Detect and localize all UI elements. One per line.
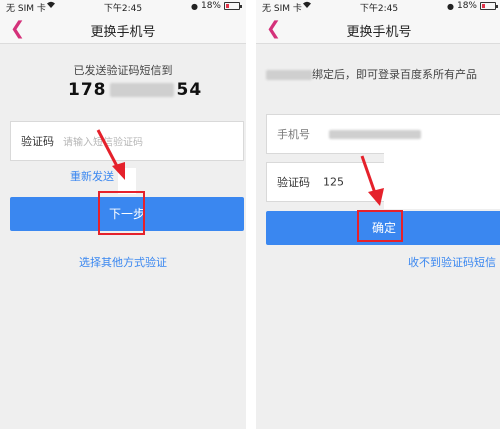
phone-number-field[interactable]: 手机号 xyxy=(266,114,500,154)
annotation-arrow xyxy=(360,155,384,206)
no-code-link[interactable]: 收不到验证码短信 xyxy=(408,254,496,270)
phone-prefix: 178 xyxy=(68,80,107,100)
battery-icon xyxy=(480,2,498,10)
nav-bar: ❮ 更换手机号 xyxy=(256,14,500,44)
page-title: 更换手机号 xyxy=(346,25,412,40)
left-phone-screen: 无 SIM 卡 下午2:45 ● 18% ❮ 更换手机号 已发送验证码短信到 1… xyxy=(0,0,246,429)
status-bar: 无 SIM 卡 下午2:45 ● 18% xyxy=(256,0,500,14)
masked-phone-number: 178 54 xyxy=(68,80,202,100)
code-label: 验证码 xyxy=(277,176,310,189)
image-mask xyxy=(384,151,500,209)
annotation-arrow xyxy=(96,129,125,180)
right-phone-screen: 无 SIM 卡 下午2:45 ● 18% ❮ 更换手机号 绑定后，即可登录百度系… xyxy=(256,0,500,429)
code-input-value: 125 xyxy=(323,175,344,189)
highlight-box xyxy=(357,210,403,242)
battery-percent: 18% xyxy=(456,1,477,11)
battery-percent: 18% xyxy=(200,1,221,11)
bind-hint: 绑定后，即可登录百度系所有产品 xyxy=(266,64,492,86)
other-verify-link[interactable]: 选择其他方式验证 xyxy=(0,254,246,270)
phone-blur-mask xyxy=(329,130,421,139)
page-title: 更换手机号 xyxy=(90,25,156,40)
status-bar: 无 SIM 卡 下午2:45 ● 18% xyxy=(0,0,246,14)
code-label: 验证码 xyxy=(21,135,54,148)
phone-label: 手机号 xyxy=(277,128,310,141)
highlight-box xyxy=(98,191,145,235)
sent-hint: 已发送验证码短信到 xyxy=(73,64,173,77)
nav-bar: ❮ 更换手机号 xyxy=(0,14,246,44)
orientation-lock-icon: ● xyxy=(191,1,198,11)
phone-suffix: 54 xyxy=(176,80,203,100)
username-blur-mask xyxy=(266,70,312,80)
phone-blur-mask xyxy=(109,83,174,97)
orientation-lock-icon: ● xyxy=(447,1,454,11)
battery-icon xyxy=(224,2,242,10)
